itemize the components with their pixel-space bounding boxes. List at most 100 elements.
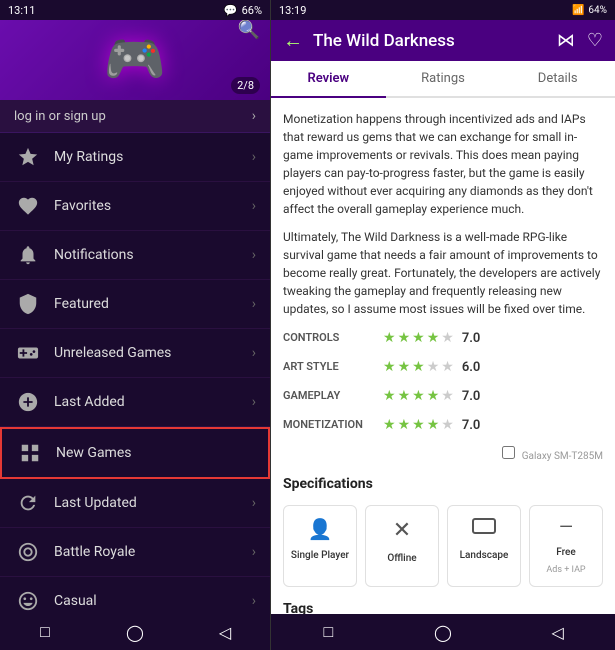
chevron-icon: ›: [252, 593, 256, 609]
menu-label-notifications: Notifications: [54, 247, 252, 263]
spec-label-landscape: Landscape: [460, 548, 509, 563]
game-title: The Wild Darkness: [313, 31, 547, 51]
star-3: ★: [412, 357, 425, 378]
spec-label-free: Free: [556, 545, 576, 560]
score-controls: 7.0: [462, 329, 481, 349]
landscape-icon: [472, 514, 496, 544]
device-checkbox[interactable]: [502, 446, 515, 459]
spec-label-single-player: Single Player: [291, 548, 349, 563]
nav-square-btn-right[interactable]: □: [308, 614, 348, 650]
heart-icon: [14, 192, 42, 220]
sidebar-item-notifications[interactable]: Notifications ›: [0, 231, 270, 280]
offline-icon: ✕: [393, 514, 411, 547]
sidebar-item-unreleased-games[interactable]: Unreleased Games ›: [0, 329, 270, 378]
nav-circle-btn-right[interactable]: ◯: [423, 614, 463, 650]
star-1: ★: [383, 386, 396, 407]
signal-icon: 📶: [572, 5, 584, 16]
chevron-icon: ›: [252, 544, 256, 560]
nav-triangle-btn[interactable]: ◁: [205, 614, 245, 650]
review-text-2: Ultimately, The Wild Darkness is a well-…: [283, 228, 603, 318]
battery-right: 64%: [588, 5, 607, 16]
score-monetization: 7.0: [462, 416, 481, 436]
specs-row: 👤 Single Player ✕ Offline Landscape — Fr…: [283, 505, 603, 587]
bell-icon: [14, 241, 42, 269]
search-icon[interactable]: 🔍: [238, 20, 260, 41]
nav-circle-btn[interactable]: ◯: [115, 614, 155, 650]
chevron-icon: ›: [252, 149, 256, 165]
spec-offline: ✕ Offline: [365, 505, 439, 587]
star-5: ★: [441, 415, 454, 436]
menu-label-my-ratings: My Ratings: [54, 149, 252, 165]
sidebar-item-featured[interactable]: Featured ›: [0, 280, 270, 329]
sidebar-item-last-added[interactable]: Last Added ›: [0, 378, 270, 427]
menu-list: My Ratings › Favorites › Notifications ›…: [0, 133, 270, 614]
sidebar-item-battle-royale[interactable]: Battle Royale ›: [0, 528, 270, 577]
star-icon: [14, 143, 42, 171]
back-button[interactable]: ←: [283, 28, 303, 53]
review-text-1: Monetization happens through incentivize…: [283, 110, 603, 218]
menu-label-unreleased-games: Unreleased Games: [54, 345, 252, 361]
rating-label-art-style: ART STYLE: [283, 359, 383, 376]
share-icon[interactable]: ⋈: [557, 30, 575, 51]
rating-label-controls: CONTROLS: [283, 330, 383, 347]
score-gameplay: 7.0: [462, 387, 481, 407]
nav-square-btn[interactable]: □: [25, 614, 65, 650]
star-5: ★: [441, 328, 454, 349]
time-left: 13:11: [8, 4, 35, 17]
star-2: ★: [398, 415, 411, 436]
star-3: ★: [412, 328, 425, 349]
menu-label-last-added: Last Added: [54, 394, 252, 410]
controller-graphic: 🎮: [104, 31, 166, 89]
login-bar[interactable]: log in or sign up ›: [0, 100, 270, 133]
star-3: ★: [412, 386, 425, 407]
rating-label-monetization: MONETIZATION: [283, 417, 383, 434]
plus-circle-icon: [14, 388, 42, 416]
star-5: ★: [441, 357, 454, 378]
sidebar-item-last-updated[interactable]: Last Updated ›: [0, 479, 270, 528]
chevron-icon: ›: [252, 247, 256, 263]
header-banner: 🎮 2/8 🔍: [0, 20, 270, 100]
status-bar-right: 13:19 📶 64%: [271, 0, 615, 20]
menu-label-casual: Casual: [54, 593, 252, 609]
login-text: log in or sign up: [14, 109, 106, 124]
rating-row-controls: CONTROLS ★ ★ ★ ★ ★ 7.0: [283, 328, 603, 349]
star-2: ★: [398, 357, 411, 378]
sidebar-item-my-ratings[interactable]: My Ratings ›: [0, 133, 270, 182]
free-icon: —: [559, 514, 573, 541]
tab-review[interactable]: Review: [271, 61, 386, 96]
refresh-icon: [14, 489, 42, 517]
score-art-style: 6.0: [462, 358, 481, 378]
stars-gameplay: ★ ★ ★ ★ ★: [383, 386, 454, 407]
chevron-icon: ›: [252, 495, 256, 511]
favorite-icon[interactable]: ♡: [587, 30, 603, 51]
star-5: ★: [441, 386, 454, 407]
ratings-section: CONTROLS ★ ★ ★ ★ ★ 7.0 ART STYLE ★ ★ ★ ★…: [283, 328, 603, 436]
rating-row-art-style: ART STYLE ★ ★ ★ ★ ★ 6.0: [283, 357, 603, 378]
chevron-icon: ›: [252, 345, 256, 361]
sidebar-item-new-games[interactable]: New Games: [0, 427, 270, 479]
star-1: ★: [383, 357, 396, 378]
banner-nav-indicator: 2/8: [231, 77, 260, 94]
badge-icon: [14, 290, 42, 318]
tags-title: Tags: [283, 599, 603, 615]
menu-label-featured: Featured: [54, 296, 252, 312]
sidebar-item-favorites[interactable]: Favorites ›: [0, 182, 270, 231]
stars-monetization: ★ ★ ★ ★ ★: [383, 415, 454, 436]
right-panel: 13:19 📶 64% ← The Wild Darkness ⋈ ♡ Revi…: [271, 0, 615, 650]
rating-label-gameplay: GAMEPLAY: [283, 388, 383, 405]
battery-left: 66%: [242, 4, 262, 17]
top-bar: ← The Wild Darkness ⋈ ♡: [271, 20, 615, 61]
spec-free: — Free Ads + IAP: [529, 505, 603, 587]
whatsapp-icon: 💬: [224, 4, 238, 17]
sidebar-item-casual[interactable]: Casual ›: [0, 577, 270, 614]
grid-icon: [16, 439, 44, 467]
chevron-icon: ›: [252, 296, 256, 312]
nav-triangle-btn-right[interactable]: ◁: [538, 614, 578, 650]
spec-single-player: 👤 Single Player: [283, 505, 357, 587]
tab-details[interactable]: Details: [500, 61, 615, 96]
content-area: Monetization happens through incentivize…: [271, 98, 615, 614]
status-icons: 📶 64%: [572, 5, 607, 16]
tab-ratings[interactable]: Ratings: [386, 61, 501, 96]
spec-sublabel-free: Ads + IAP: [546, 564, 585, 578]
rating-row-gameplay: GAMEPLAY ★ ★ ★ ★ ★ 7.0: [283, 386, 603, 407]
